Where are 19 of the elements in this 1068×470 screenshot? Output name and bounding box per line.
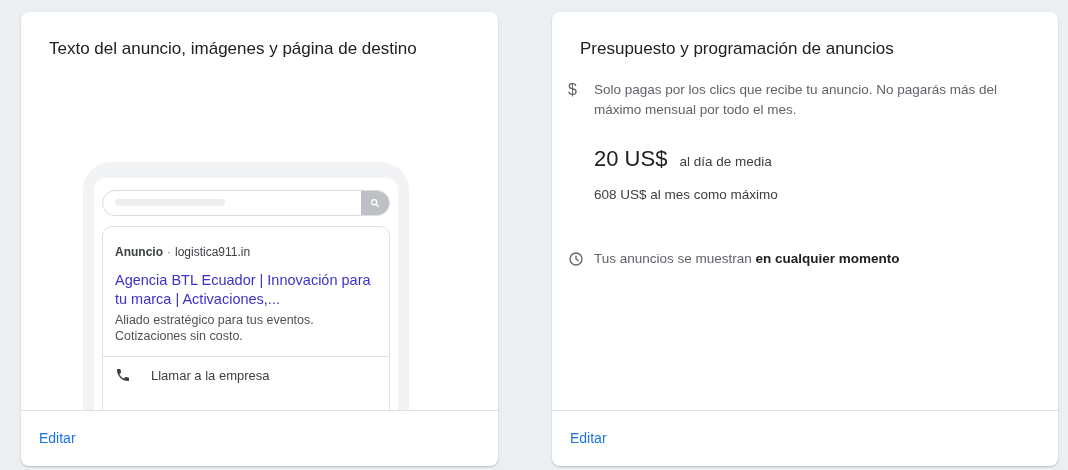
schedule-text: Tus anuncios se muestran en cualquier momento — [594, 249, 900, 268]
monthly-max: 608 US$ al mes como máximo — [593, 185, 779, 204]
card-title: Texto del anuncio, imágenes y página de destino — [48, 38, 418, 60]
edit-link[interactable]: Editar — [39, 428, 76, 449]
clock-icon — [568, 250, 584, 267]
separator: · — [167, 243, 171, 261]
edit-link[interactable]: Editar — [570, 428, 607, 449]
ad-domain: logistica911.in — [175, 243, 251, 261]
budget-description: Solo pagas por los clics que recibe tu anuncio. No pagarás más del máximo mensual por todo el mes. — [594, 80, 998, 119]
ad-headline[interactable]: Agencia BTL Ecuador | Innovación para tu marca | Activaciones,... — [115, 270, 377, 309]
ad-label: Anuncio — [115, 243, 163, 261]
dollar-icon: $ — [568, 79, 594, 120]
phone-icon — [115, 367, 131, 384]
ad-description: Aliado estratégico para tus eventos. Cotizaciones sin costo. — [115, 311, 315, 344]
card-title: Presupuesto y programación de anuncios — [579, 38, 895, 60]
call-action[interactable]: Llamar a la empresa — [151, 365, 270, 385]
amount-note: al día de media — [679, 152, 772, 171]
daily-amount: 20 US$ — [594, 144, 668, 173]
search-icon — [370, 197, 380, 208]
